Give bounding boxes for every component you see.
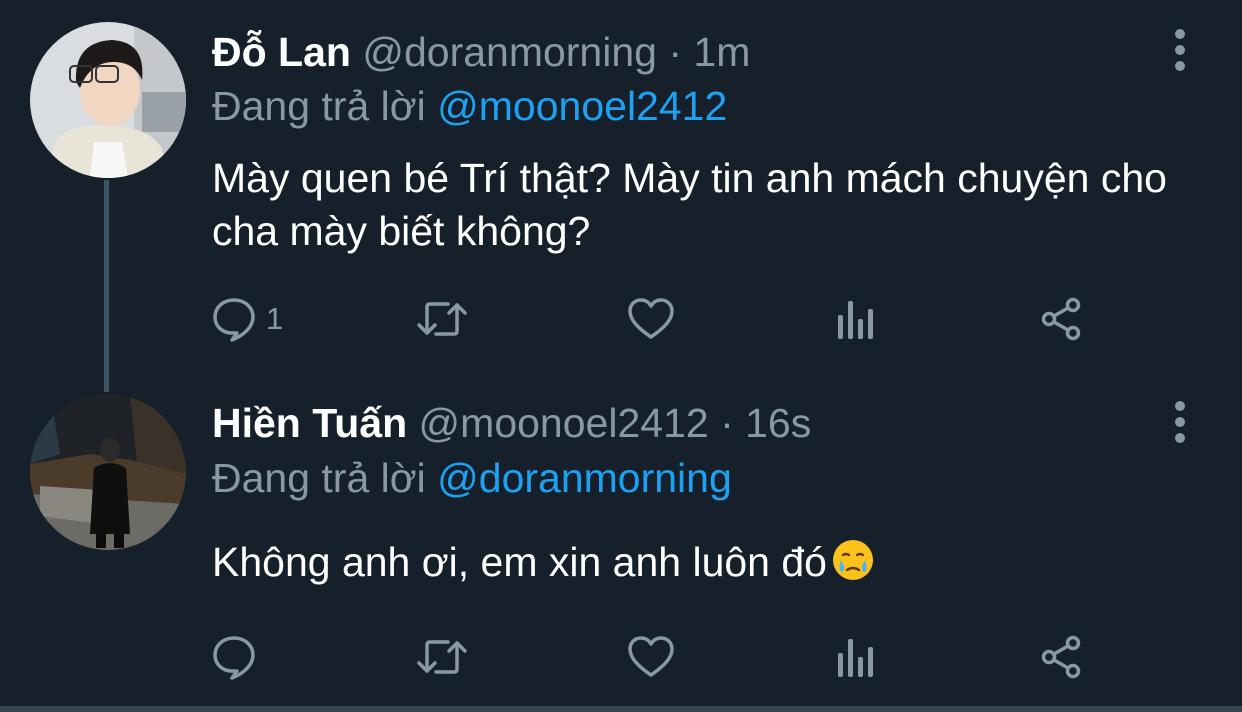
more-options-button[interactable]	[1168, 28, 1192, 72]
tweet-header: Hiền Tuấn @moonoel2412 · 16s	[212, 398, 811, 448]
more-options-button[interactable]	[1168, 400, 1192, 444]
retweet-icon	[417, 640, 467, 674]
replying-to: Đang trả lời @doranmorning	[212, 453, 732, 503]
share-button[interactable]	[1038, 632, 1086, 682]
tweet-actions	[210, 632, 1110, 682]
tweet[interactable]: Đỗ Lan @doranmorning · 1m Đang trả lời @…	[0, 0, 1242, 370]
share-icon	[1041, 297, 1081, 341]
tweet-actions: 1	[210, 294, 1110, 344]
more-vertical-icon	[1175, 401, 1185, 443]
display-name[interactable]: Đỗ Lan	[212, 29, 351, 75]
analytics-button[interactable]	[834, 632, 878, 682]
tweet-text-content: Không anh ơi, em xin anh luôn đó	[212, 539, 827, 585]
retweet-button[interactable]	[414, 294, 470, 344]
reply-icon	[213, 298, 255, 342]
timestamp[interactable]: 16s	[745, 400, 811, 446]
analytics-button[interactable]	[834, 294, 878, 344]
reply-count: 1	[266, 301, 284, 336]
retweet-icon	[417, 302, 467, 336]
display-name[interactable]: Hiền Tuấn	[212, 400, 407, 446]
reply-mention-link[interactable]: @moonoel2412	[437, 83, 727, 129]
replying-to-label: Đang trả lời	[212, 83, 426, 129]
face-holding-back-tears-emoji	[831, 538, 875, 595]
tweet[interactable]: Hiền Tuấn @moonoel2412 · 16s Đang trả lờ…	[0, 370, 1242, 706]
avatar[interactable]	[30, 22, 186, 178]
separator-dot: ·	[720, 400, 734, 446]
user-handle[interactable]: @moonoel2412	[419, 400, 709, 446]
tweet-text: Mày quen bé Trí thật? Mày tin anh mách c…	[212, 155, 1167, 254]
analytics-icon	[838, 639, 873, 677]
tweet-text: Không anh ơi, em xin anh luôn đó	[212, 536, 1172, 595]
share-button[interactable]	[1038, 294, 1086, 344]
separator-dot: ·	[668, 29, 683, 75]
replying-to: Đang trả lời @moonoel2412	[212, 81, 727, 131]
reply-button[interactable]: 1	[210, 294, 283, 344]
retweet-button[interactable]	[414, 632, 470, 682]
analytics-icon	[838, 301, 873, 339]
timestamp[interactable]: 1m	[693, 29, 750, 75]
tweet-header: Đỗ Lan @doranmorning · 1m	[212, 27, 750, 77]
like-button[interactable]	[626, 632, 676, 682]
bottom-divider	[0, 706, 1242, 712]
user-handle[interactable]: @doranmorning	[362, 29, 657, 75]
like-icon	[628, 298, 674, 339]
share-icon	[1041, 635, 1081, 679]
reply-button[interactable]	[210, 632, 266, 682]
avatar[interactable]	[30, 394, 186, 550]
like-button[interactable]	[626, 294, 676, 344]
more-vertical-icon	[1175, 29, 1185, 71]
like-icon	[628, 636, 674, 677]
reply-mention-link[interactable]: @doranmorning	[437, 455, 732, 501]
reply-icon	[213, 636, 255, 680]
replying-to-label: Đang trả lời	[212, 455, 426, 501]
